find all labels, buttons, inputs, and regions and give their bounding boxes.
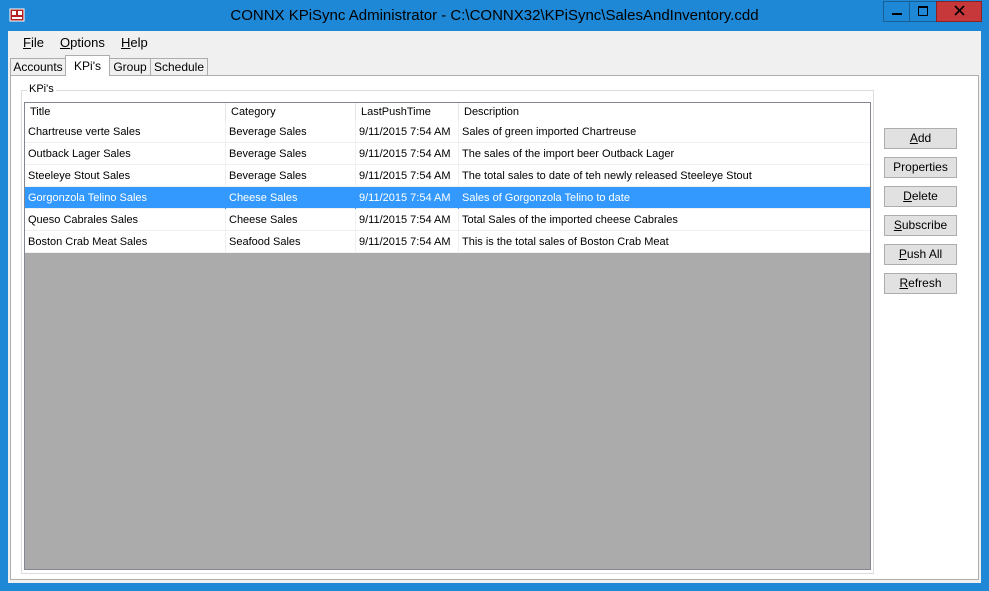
cell-title: Queso Cabrales Sales (25, 209, 226, 231)
cell-category: Beverage Sales (226, 143, 356, 165)
tab-kpis[interactable]: KPi's (65, 55, 110, 76)
delete-button[interactable]: Delete (884, 186, 957, 207)
table-row[interactable]: Boston Crab Meat Sales Seafood Sales 9/1… (25, 231, 870, 253)
cell-category: Cheese Sales (226, 187, 356, 209)
column-header-title[interactable]: Title (25, 103, 226, 121)
menu-bar: File Options Help (8, 31, 981, 53)
delete-button-mnemonic: D (903, 189, 912, 203)
client-area: File Options Help Accounts KPi's Group S… (8, 31, 981, 583)
table-row[interactable]: Queso Cabrales Sales Cheese Sales 9/11/2… (25, 209, 870, 231)
refresh-button-mnemonic: R (899, 276, 909, 290)
tab-schedule[interactable]: Schedule (150, 58, 208, 75)
cell-category: Beverage Sales (226, 121, 356, 143)
delete-button-label: elete (911, 189, 938, 203)
menu-options-mnemonic: O (60, 35, 71, 50)
groupbox-label: KPi's (27, 83, 56, 95)
kpis-tab-page: KPi's Title Category LastPushTime Descri… (10, 75, 979, 580)
cell-lastpushtime: 9/11/2015 7:54 AM (356, 187, 459, 209)
cell-category: Beverage Sales (226, 165, 356, 187)
tab-accounts[interactable]: Accounts (10, 58, 66, 75)
subscribe-button[interactable]: Subscribe (884, 215, 957, 236)
cell-lastpushtime: 9/11/2015 7:54 AM (356, 231, 459, 253)
menu-options-label: ptions (70, 35, 105, 50)
add-button-label: dd (917, 131, 932, 145)
column-header-lastpushtime[interactable]: LastPushTime (356, 103, 459, 121)
maximize-icon (918, 5, 928, 19)
push-all-button[interactable]: Push All (884, 244, 957, 265)
menu-file[interactable]: File (23, 35, 44, 50)
add-button[interactable]: Add (884, 128, 957, 149)
table-row-selected[interactable]: Gorgonzola Telino Sales Cheese Sales 9/1… (25, 187, 870, 209)
cell-lastpushtime: 9/11/2015 7:54 AM (356, 209, 459, 231)
cell-title: Boston Crab Meat Sales (25, 231, 226, 253)
properties-button[interactable]: Properties (884, 157, 957, 178)
cell-title: Outback Lager Sales (25, 143, 226, 165)
table-row[interactable]: Outback Lager Sales Beverage Sales 9/11/… (25, 143, 870, 165)
maximize-button[interactable] (909, 1, 937, 22)
column-header-category[interactable]: Category (226, 103, 356, 121)
table-row[interactable]: Steeleye Stout Sales Beverage Sales 9/11… (25, 165, 870, 187)
cell-description: Sales of Gorgonzola Telino to date (459, 187, 870, 209)
cell-title: Steeleye Stout Sales (25, 165, 226, 187)
close-icon (953, 4, 965, 19)
list-header: Title Category LastPushTime Description (25, 103, 870, 122)
cell-category: Cheese Sales (226, 209, 356, 231)
push-all-button-label: ush All (906, 247, 943, 261)
subscribe-button-mnemonic: S (893, 218, 902, 232)
cell-description: Total Sales of the imported cheese Cabra… (459, 209, 870, 231)
cell-title: Gorgonzola Telino Sales (25, 187, 226, 209)
menu-help-label: elp (130, 35, 148, 50)
kpi-list[interactable]: Title Category LastPushTime Description … (24, 102, 871, 570)
cell-description: Sales of green imported Chartreuse (459, 121, 870, 143)
cell-title: Chartreuse verte Sales (25, 121, 226, 143)
cell-category: Seafood Sales (226, 231, 356, 253)
menu-file-label: ile (30, 35, 44, 50)
menu-file-mnemonic: F (23, 35, 31, 50)
cell-description: The sales of the import beer Outback Lag… (459, 143, 870, 165)
cell-lastpushtime: 9/11/2015 7:54 AM (356, 121, 459, 143)
title-bar[interactable]: CONNX KPiSync Administrator - C:\CONNX32… (0, 0, 989, 31)
add-button-mnemonic: A (909, 131, 918, 145)
cell-lastpushtime: 9/11/2015 7:54 AM (356, 143, 459, 165)
minimize-button[interactable] (883, 1, 910, 22)
menu-options[interactable]: Options (60, 35, 105, 50)
cell-description: This is the total sales of Boston Crab M… (459, 231, 870, 253)
menu-help-mnemonic: H (121, 35, 131, 50)
table-row[interactable]: Chartreuse verte Sales Beverage Sales 9/… (25, 121, 870, 143)
kpis-groupbox: KPi's Title Category LastPushTime Descri… (21, 83, 874, 574)
close-button[interactable] (936, 1, 982, 22)
refresh-button-label: efresh (908, 276, 942, 290)
window-title: CONNX KPiSync Administrator - C:\CONNX32… (230, 7, 759, 24)
properties-button-label: Properties (893, 160, 948, 174)
minimize-icon (891, 5, 902, 19)
cell-lastpushtime: 9/11/2015 7:54 AM (356, 165, 459, 187)
push-all-button-mnemonic: P (898, 247, 907, 261)
list-rows: Chartreuse verte Sales Beverage Sales 9/… (25, 121, 870, 253)
tab-strip: Accounts KPi's Group Schedule (8, 55, 981, 76)
tab-group[interactable]: Group (109, 58, 151, 75)
app-window: CONNX KPiSync Administrator - C:\CONNX32… (0, 0, 989, 591)
column-header-description[interactable]: Description (459, 103, 870, 121)
menu-help[interactable]: Help (121, 35, 148, 50)
refresh-button[interactable]: Refresh (884, 273, 957, 294)
subscribe-button-label: ubscribe (901, 218, 948, 232)
cell-description: The total sales to date of teh newly rel… (459, 165, 870, 187)
